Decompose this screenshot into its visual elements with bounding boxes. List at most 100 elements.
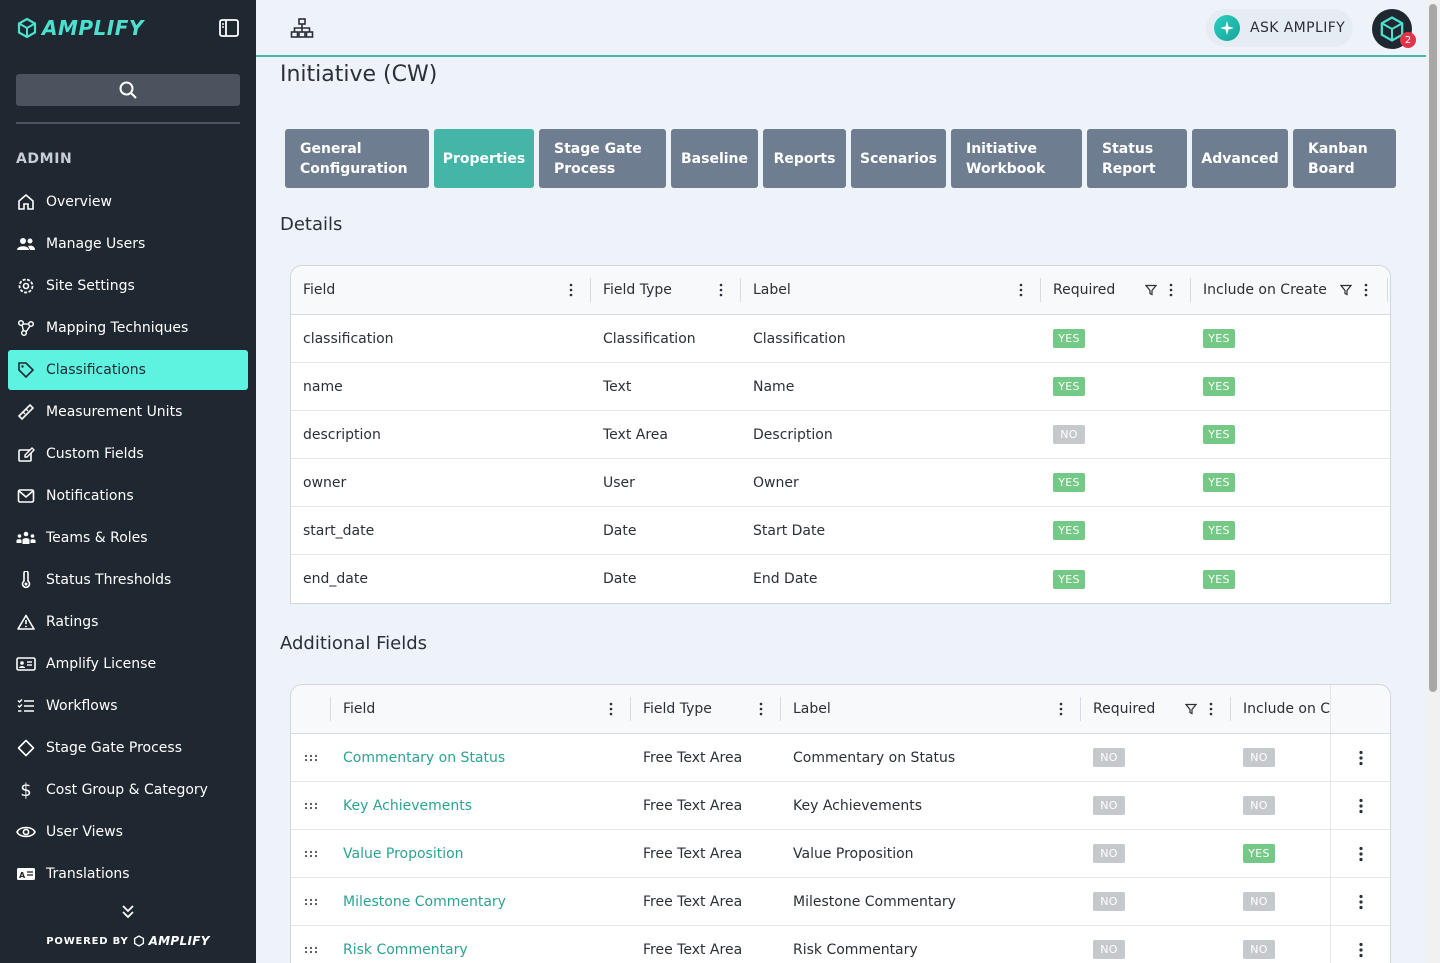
sidebar-item-mapping-techniques[interactable]: Mapping Techniques [8, 308, 248, 348]
field-link[interactable]: Key Achievements [343, 798, 472, 814]
translate-icon: A [16, 864, 36, 884]
cell-field-type: Free Text Area [643, 941, 743, 958]
filter-icon[interactable] [1340, 284, 1352, 296]
column-header-include-on-create[interactable]: Include on Cr [1231, 685, 1330, 733]
drag-handle[interactable] [291, 734, 331, 781]
column-header-required[interactable]: Required [1081, 685, 1231, 733]
tab-reports[interactable]: Reports [763, 129, 846, 188]
cell-required: YES [1041, 315, 1191, 362]
drag-handle[interactable] [291, 926, 331, 963]
field-link[interactable]: Commentary on Status [343, 750, 505, 766]
team-icon [16, 528, 36, 548]
sidebar-item-translations[interactable]: A Translations [8, 854, 248, 894]
required-badge: NO [1093, 748, 1125, 767]
row-actions-button[interactable] [1330, 734, 1390, 781]
sidebar-item-manage-users[interactable]: Manage Users [8, 224, 248, 264]
filter-icon[interactable] [1145, 284, 1157, 296]
sidebar-item-stage-gate-process[interactable]: Stage Gate Process [8, 728, 248, 768]
column-header-label[interactable]: Label [781, 685, 1081, 733]
column-menu-icon[interactable] [718, 283, 724, 297]
sidebar-item-measurement-units[interactable]: Measurement Units [8, 392, 248, 432]
sidebar-item-status-thresholds[interactable]: Status Thresholds [8, 560, 248, 600]
sidebar-item-workflows[interactable]: Workflows [8, 686, 248, 726]
sidebar-search-button[interactable] [16, 74, 240, 106]
column-menu-icon[interactable] [1018, 283, 1024, 297]
tab-scenarios[interactable]: Scenarios [851, 129, 946, 188]
filter-icon[interactable] [1185, 703, 1197, 715]
row-actions-button[interactable] [1330, 878, 1390, 925]
sidebar-item-site-settings[interactable]: Site Settings [8, 266, 248, 306]
org-chart-button[interactable] [286, 14, 318, 42]
page-scrollbar-thumb[interactable] [1429, 4, 1437, 692]
cell-field: start_date [303, 522, 375, 539]
column-header-required[interactable]: Required [1041, 266, 1191, 314]
tab-advanced[interactable]: Advanced [1192, 129, 1288, 188]
amplify-cube-icon [17, 17, 37, 39]
drag-handle[interactable] [291, 830, 331, 877]
user-avatar-button[interactable]: 2 [1372, 9, 1416, 49]
column-menu-icon[interactable] [1058, 702, 1064, 716]
sidebar-item-amplify-license[interactable]: Amplify License [8, 644, 248, 684]
table-row[interactable]: Risk Commentary Free Text Area Risk Comm… [291, 926, 1390, 963]
column-menu-icon[interactable] [1208, 702, 1214, 716]
table-row[interactable]: Commentary on Status Free Text Area Comm… [291, 734, 1390, 782]
table-row[interactable]: Value Proposition Free Text Area Value P… [291, 830, 1390, 878]
table-row[interactable]: end_date Date End Date YES YES [291, 555, 1390, 603]
sidebar: AMPLIFY ADMIN Overview Manage Users Site… [0, 0, 256, 963]
column-header-field[interactable]: Field [291, 266, 591, 314]
sidebar-item-cost-group[interactable]: $ Cost Group & Category [8, 770, 248, 810]
table-row[interactable]: classification Classification Classifica… [291, 315, 1390, 363]
table-row[interactable]: description Text Area Description NO YES [291, 411, 1390, 459]
column-header-include-on-create[interactable]: Include on Create [1191, 266, 1390, 314]
table-row[interactable]: name Text Name YES YES [291, 363, 1390, 411]
column-header-field-type[interactable]: Field Type [591, 266, 741, 314]
table-row[interactable]: Key Achievements Free Text Area Key Achi… [291, 782, 1390, 830]
table-row[interactable]: owner User Owner YES YES [291, 459, 1390, 507]
tab-general-configuration[interactable]: General Configuration [285, 129, 429, 188]
table-row[interactable]: Milestone Commentary Free Text Area Mile… [291, 878, 1390, 926]
row-actions-button[interactable] [1330, 782, 1390, 829]
drag-handle[interactable] [291, 782, 331, 829]
sidebar-item-user-views[interactable]: User Views [8, 812, 248, 852]
tab-initiative-workbook[interactable]: Initiative Workbook [951, 129, 1082, 188]
sidebar-item-teams-roles[interactable]: Teams & Roles [8, 518, 248, 558]
cell-field-type: Free Text Area [643, 845, 743, 862]
column-header-label[interactable]: Label [741, 266, 1041, 314]
column-menu-icon[interactable] [568, 283, 574, 297]
column-menu-icon[interactable] [608, 702, 614, 716]
sidebar-item-classifications[interactable]: Classifications [8, 350, 248, 390]
required-badge: YES [1053, 377, 1085, 396]
field-link[interactable]: Milestone Commentary [343, 894, 506, 910]
column-header-field[interactable]: Field [331, 685, 631, 733]
sidebar-item-overview[interactable]: Overview [8, 182, 248, 222]
amplify-logo[interactable]: AMPLIFY [16, 16, 144, 40]
ask-amplify-button[interactable]: ASK AMPLIFY [1206, 9, 1353, 47]
sidebar-section-title: ADMIN [16, 151, 73, 167]
column-header-field-type[interactable]: Field Type [631, 685, 781, 733]
sidebar-item-custom-fields[interactable]: Custom Fields [8, 434, 248, 474]
drag-handle[interactable] [291, 878, 331, 925]
sidebar-item-notifications[interactable]: Notifications [8, 476, 248, 516]
sidebar-expand-more-button[interactable] [118, 902, 138, 922]
tab-stage-gate-process[interactable]: Stage Gate Process [539, 129, 666, 188]
edit-field-icon [16, 444, 36, 464]
tab-kanban-board[interactable]: Kanban Board [1293, 129, 1396, 188]
column-menu-icon[interactable] [1168, 283, 1174, 297]
row-actions-button[interactable] [1330, 830, 1390, 877]
cell-label: Owner [753, 474, 799, 491]
field-link[interactable]: Value Proposition [343, 846, 464, 862]
cell-label: Description [753, 426, 833, 443]
row-actions-button[interactable] [1330, 926, 1390, 963]
tab-status-report[interactable]: Status Report [1087, 129, 1187, 188]
required-badge: YES [1053, 473, 1085, 492]
column-menu-icon[interactable] [758, 702, 764, 716]
tab-properties[interactable]: Properties [434, 129, 534, 188]
column-separator[interactable] [1387, 278, 1388, 302]
sidebar-item-label: Stage Gate Process [46, 740, 182, 756]
tab-baseline[interactable]: Baseline [671, 129, 758, 188]
sidebar-toggle-button[interactable] [218, 18, 240, 38]
column-menu-icon[interactable] [1363, 283, 1369, 297]
sidebar-item-ratings[interactable]: Ratings [8, 602, 248, 642]
table-row[interactable]: start_date Date Start Date YES YES [291, 507, 1390, 555]
field-link[interactable]: Risk Commentary [343, 942, 468, 958]
